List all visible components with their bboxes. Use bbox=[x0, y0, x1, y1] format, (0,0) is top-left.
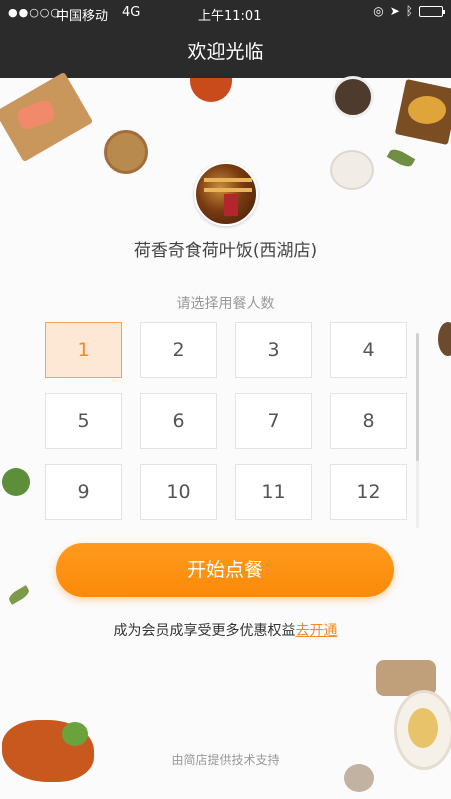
signal-strength-icon: ●●○○○ bbox=[8, 6, 61, 19]
party-size-option[interactable]: 4 bbox=[330, 322, 407, 378]
party-size-option[interactable]: 3 bbox=[235, 322, 312, 378]
status-time: 上午11:01 bbox=[198, 9, 262, 24]
party-size-option[interactable]: 12 bbox=[330, 464, 407, 520]
membership-text: 成为会员成享受更多优惠权益 bbox=[113, 623, 296, 639]
battery-icon bbox=[419, 5, 445, 17]
network-type: 4G bbox=[122, 5, 141, 20]
party-size-prompt: 请选择用餐人数 bbox=[176, 296, 275, 312]
start-order-button[interactable]: 开始点餐 bbox=[56, 543, 394, 597]
orientation-lock-icon: ◎ bbox=[373, 4, 384, 18]
carrier-label: 中国移动 bbox=[56, 9, 109, 24]
store-avatar bbox=[194, 162, 258, 226]
party-size-option[interactable]: 6 bbox=[140, 393, 217, 449]
scrollbar-thumb[interactable] bbox=[416, 333, 419, 461]
party-size-option[interactable]: 1 bbox=[45, 322, 122, 378]
location-icon: ➤ bbox=[389, 4, 400, 18]
status-bar: ●●○○○ 中国移动 4G 上午11:01 ◎ ➤ ᛒ bbox=[0, 0, 451, 26]
party-size-option[interactable]: 5 bbox=[45, 393, 122, 449]
party-size-option[interactable]: 7 bbox=[235, 393, 312, 449]
party-size-option[interactable]: 10 bbox=[140, 464, 217, 520]
membership-open-link[interactable]: 去开通 bbox=[296, 623, 338, 639]
membership-promo: 成为会员成享受更多优惠权益去开通 bbox=[0, 620, 451, 640]
party-size-option[interactable]: 8 bbox=[330, 393, 407, 449]
bluetooth-icon: ᛒ bbox=[405, 4, 413, 18]
footer-credit: 由简店提供技术支持 bbox=[171, 753, 280, 767]
party-size-option[interactable]: 9 bbox=[45, 464, 122, 520]
party-size-option[interactable]: 11 bbox=[235, 464, 312, 520]
page-title: 欢迎光临 bbox=[0, 26, 451, 78]
status-icons: ◎ ➤ ᛒ bbox=[373, 4, 445, 18]
store-name: 荷香奇食荷叶饭(西湖店) bbox=[133, 241, 318, 261]
party-size-option[interactable]: 2 bbox=[140, 322, 217, 378]
